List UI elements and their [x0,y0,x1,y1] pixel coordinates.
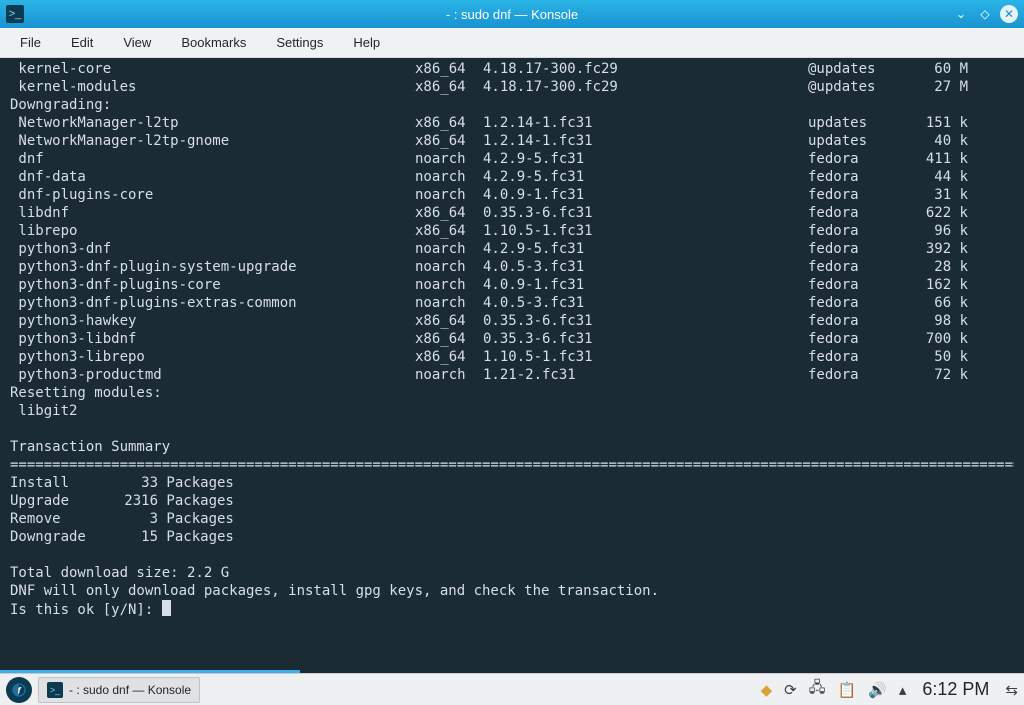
blank-line [10,420,1014,438]
info-line: DNF will only download packages, install… [10,582,1014,600]
summary-row: Remove3 Packages [10,510,1014,528]
package-row: dnf-plugins-corenoarch4.0.9-1.fc31fedora… [10,186,1014,204]
package-row: kernel-corex86_644.18.17-300.fc29@update… [10,60,1014,78]
maximize-button[interactable]: ◇ [976,5,994,23]
package-row: python3-dnf-plugin-system-upgradenoarch4… [10,258,1014,276]
module-row: libgit2 [10,402,1014,420]
summary-title: Transaction Summary [10,438,1014,456]
show-desktop-icon[interactable]: ⇆ [1005,681,1018,699]
package-row: python3-dnfnoarch4.2.9-5.fc31fedora392 k [10,240,1014,258]
menu-file[interactable]: File [6,31,55,54]
close-button[interactable]: ✕ [1000,5,1018,23]
package-row: NetworkManager-l2tpx86_641.2.14-1.fc31up… [10,114,1014,132]
summary-row: Upgrade2316 Packages [10,492,1014,510]
app-icon: >_ [6,5,24,23]
blank-line [10,546,1014,564]
window-controls: ⌄ ◇ ✕ [952,5,1024,23]
menu-bookmarks[interactable]: Bookmarks [167,31,260,54]
clipboard-icon[interactable]: 📋 [837,681,856,699]
total-size: Total download size: 2.2 G [10,564,1014,582]
taskbar: f >_ - : sudo dnf — Konsole ◆ ⟳ 🖧 📋 🔊 ▴ … [0,673,1024,705]
cursor [162,600,171,616]
section-header: Resetting modules: [10,384,1014,402]
update-icon[interactable]: ⟳ [784,681,797,699]
summary-row: Install33 Packages [10,474,1014,492]
package-row: dnfnoarch4.2.9-5.fc31fedora411 k [10,150,1014,168]
summary-row: Downgrade15 Packages [10,528,1014,546]
start-menu-button[interactable]: f [6,677,32,703]
minimize-button[interactable]: ⌄ [952,5,970,23]
window-title: - : sudo dnf — Konsole [0,7,1024,22]
tray-expand-icon[interactable]: ▴ [899,681,907,699]
terminal-icon: >_ [47,682,63,698]
menu-settings[interactable]: Settings [262,31,337,54]
package-row: python3-librepox86_641.10.5-1.fc31fedora… [10,348,1014,366]
prompt-line[interactable]: Is this ok [y/N]: [10,600,1014,618]
progress-indicator [0,670,300,673]
package-row: dnf-datanoarch4.2.9-5.fc31fedora44 k [10,168,1014,186]
volume-icon[interactable]: 🔊 [868,681,887,699]
package-row: python3-dnf-plugins-corenoarch4.0.9-1.fc… [10,276,1014,294]
package-row: python3-hawkeyx86_640.35.3-6.fc31fedora9… [10,312,1014,330]
package-row: python3-dnf-plugins-extras-commonnoarch4… [10,294,1014,312]
clock[interactable]: 6:12 PM [918,679,993,700]
taskbar-entry-konsole[interactable]: >_ - : sudo dnf — Konsole [38,677,200,703]
taskbar-entry-label: - : sudo dnf — Konsole [69,683,191,697]
terminal-output[interactable]: kernel-corex86_644.18.17-300.fc29@update… [0,58,1024,673]
package-row: kernel-modulesx86_644.18.17-300.fc29@upd… [10,78,1014,96]
system-tray: ◆ ⟳ 🖧 📋 🔊 ▴ 6:12 PM ⇆ [761,677,1018,702]
rule-line: ========================================… [10,456,1014,474]
window-titlebar: >_ - : sudo dnf — Konsole ⌄ ◇ ✕ [0,0,1024,28]
package-icon[interactable]: ◆ [761,681,773,699]
menu-bar: File Edit View Bookmarks Settings Help [0,28,1024,58]
package-row: librepox86_641.10.5-1.fc31fedora96 k [10,222,1014,240]
menu-edit[interactable]: Edit [57,31,107,54]
section-header: Downgrading: [10,96,1014,114]
menu-help[interactable]: Help [339,31,394,54]
package-row: python3-libdnfx86_640.35.3-6.fc31fedora7… [10,330,1014,348]
network-icon[interactable]: 🖧 [809,677,826,702]
package-row: libdnfx86_640.35.3-6.fc31fedora622 k [10,204,1014,222]
package-row: python3-productmdnoarch1.21-2.fc31fedora… [10,366,1014,384]
menu-view[interactable]: View [109,31,165,54]
package-row: NetworkManager-l2tp-gnomex86_641.2.14-1.… [10,132,1014,150]
